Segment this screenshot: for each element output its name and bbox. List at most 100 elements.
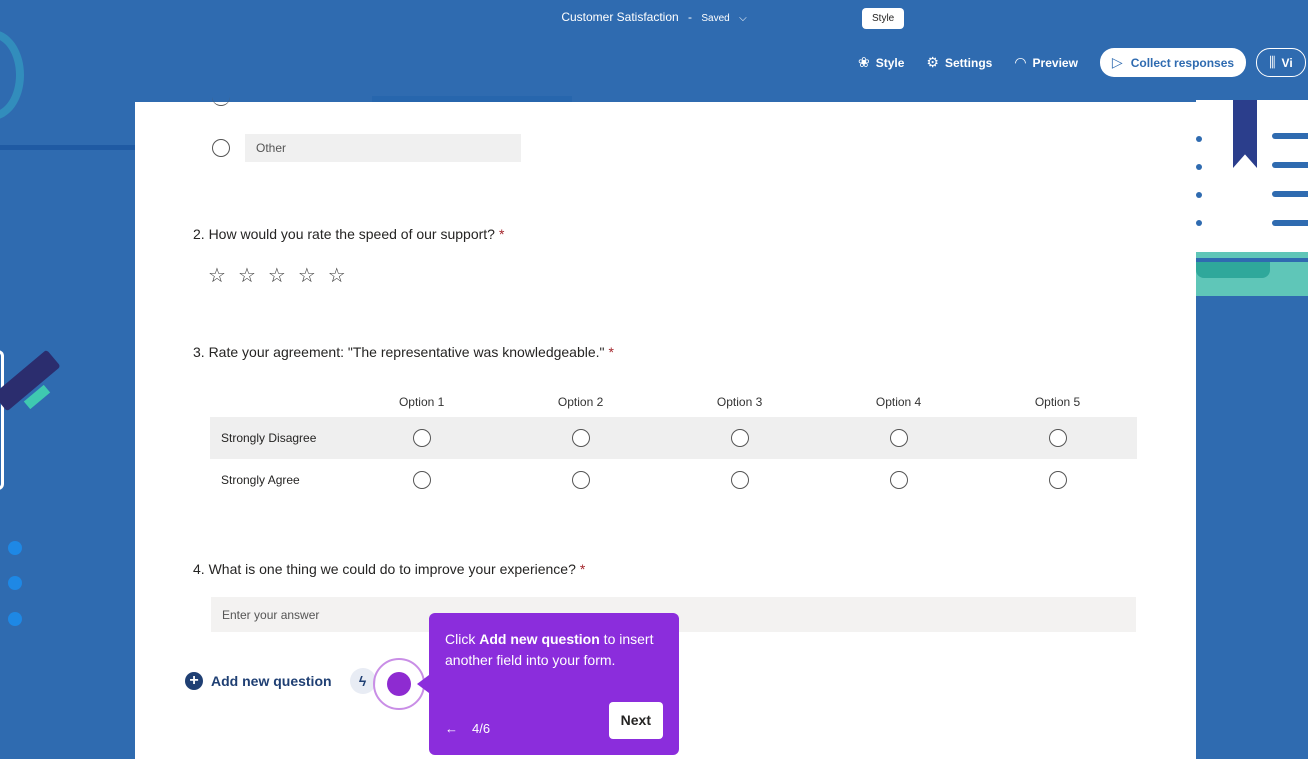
back-arrow-icon[interactable]: ←: [445, 718, 458, 739]
likert-cell: [978, 471, 1137, 489]
likert-row: Strongly Agree: [210, 459, 1137, 501]
radio-button[interactable]: [730, 471, 749, 489]
eye-icon: ◠: [1014, 54, 1027, 70]
collect-label: Collect responses: [1130, 55, 1235, 70]
next-button[interactable]: Next: [608, 702, 663, 739]
save-status: Saved: [701, 13, 730, 24]
radio-button[interactable]: [1048, 471, 1067, 489]
likert-cell: [819, 429, 978, 447]
question-2-title: 2. How would you rate the speed of our s…: [193, 226, 504, 242]
lightning-icon[interactable]: ϟ: [349, 668, 376, 694]
question-text: 3. Rate your agreement: "The representat…: [193, 344, 605, 360]
likert-column-header: Option 4: [875, 395, 922, 409]
other-input[interactable]: Other: [245, 134, 521, 162]
decorative-dot: [1196, 136, 1202, 142]
likert-cell: [819, 471, 978, 489]
decorative-dot: [1196, 164, 1202, 170]
settings-button[interactable]: ⚙ Settings: [926, 54, 992, 71]
decorative-line: [1196, 258, 1308, 262]
style-button[interactable]: ❀ Style: [858, 54, 904, 71]
decorative-ring: [0, 30, 24, 120]
radio-button[interactable]: [889, 471, 908, 489]
likert-row: Strongly Disagree: [210, 417, 1137, 459]
view-responses-button[interactable]: ⫼ Vi: [1256, 48, 1306, 77]
guide-text: Click Add new question to insert another…: [445, 629, 663, 671]
likert-column-header: Option 5: [1034, 395, 1081, 409]
likert-grid: Option 1 Option 2 Option 3 Option 4 Opti…: [210, 387, 1137, 501]
likert-cell: [501, 471, 660, 489]
radio-button[interactable]: [412, 429, 431, 447]
radio-button[interactable]: [571, 471, 590, 489]
radio-button[interactable]: [730, 429, 749, 447]
gear-icon: ⚙: [926, 54, 939, 70]
likert-column-header: Option 2: [557, 395, 604, 409]
decorative-dot: [1196, 220, 1202, 226]
style-label: Style: [875, 55, 905, 70]
form-title: Customer Satisfaction: [561, 10, 679, 24]
question-4-title: 4. What is one thing we could do to impr…: [193, 561, 585, 577]
decorative-line: [1272, 191, 1308, 197]
likert-row-label: Strongly Disagree: [221, 431, 317, 445]
preview-label: Preview: [1032, 55, 1078, 70]
chart-icon: ⫼: [1269, 54, 1276, 70]
add-question-label: Add new question: [211, 673, 332, 689]
guide-nav: ← 4/6: [445, 718, 490, 739]
form-title-bar[interactable]: Customer Satisfaction - Saved ⌵: [0, 10, 1308, 24]
star-icon[interactable]: ☆: [208, 263, 226, 288]
likert-cell: [660, 429, 819, 447]
star-icon[interactable]: ☆: [328, 263, 346, 288]
popup-arrow: [417, 675, 429, 693]
radio-button[interactable]: [889, 429, 908, 447]
step-counter: 4/6: [472, 721, 491, 736]
required-marker: *: [608, 344, 614, 360]
decorative-dot: [8, 541, 22, 555]
likert-cell: [660, 471, 819, 489]
highlight-dot[interactable]: [387, 672, 411, 696]
add-new-question-button[interactable]: + Add new question ϟ: [185, 668, 376, 694]
likert-cell: [342, 429, 501, 447]
radio-button[interactable]: [1048, 429, 1067, 447]
question-text: 4. What is one thing we could do to impr…: [193, 561, 576, 577]
decorative-band: [1196, 262, 1270, 278]
likert-header: Option 1 Option 2 Option 3 Option 4 Opti…: [210, 387, 1137, 417]
title-separator: -: [688, 10, 693, 24]
style-tooltip: Style: [862, 8, 905, 29]
settings-label: Settings: [944, 55, 993, 70]
required-marker: *: [579, 561, 586, 577]
required-marker: *: [498, 226, 505, 242]
plus-icon: +: [185, 672, 203, 690]
other-option[interactable]: Other: [212, 134, 521, 162]
decorative-line: [1272, 133, 1308, 139]
likert-column-header: Option 1: [398, 395, 445, 409]
send-icon: ▷: [1111, 54, 1123, 70]
guide-popup: Click Add new question to insert another…: [429, 613, 679, 755]
decorative-dot: [8, 576, 22, 590]
radio-button[interactable]: [412, 471, 431, 489]
question-text: 2. How would you rate the speed of our s…: [193, 226, 495, 242]
likert-cell: [342, 471, 501, 489]
radio-button[interactable]: [571, 429, 590, 447]
palette-icon: ❀: [858, 54, 870, 70]
radio-button[interactable]: [212, 139, 230, 157]
decorative-bracket: [0, 350, 4, 490]
question-3-title: 3. Rate your agreement: "The representat…: [193, 344, 614, 360]
decorative-line: [1272, 162, 1308, 168]
view-label: Vi: [1281, 55, 1293, 70]
collect-responses-button[interactable]: ▷ Collect responses: [1099, 48, 1247, 77]
preview-button[interactable]: ◠ Preview: [1014, 54, 1078, 71]
toolbar: ❀ Style ⚙ Settings ◠ Preview ▷ Collect r…: [858, 48, 1306, 77]
chevron-down-icon: ⌵: [739, 13, 747, 24]
guide-text-bold: Add new question: [479, 631, 600, 647]
guide-text-part: Click: [445, 631, 480, 647]
likert-cell: [501, 429, 660, 447]
likert-cell: [978, 429, 1137, 447]
star-icon[interactable]: ☆: [298, 263, 316, 288]
likert-row-label: Strongly Agree: [221, 473, 300, 487]
star-rating[interactable]: ☆ ☆ ☆ ☆ ☆: [208, 263, 346, 288]
decorative-line: [1272, 220, 1308, 226]
star-icon[interactable]: ☆: [238, 263, 256, 288]
star-icon[interactable]: ☆: [268, 263, 286, 288]
likert-column-header: Option 3: [716, 395, 763, 409]
decorative-dot: [1196, 192, 1202, 198]
radio-button[interactable]: [212, 92, 230, 106]
